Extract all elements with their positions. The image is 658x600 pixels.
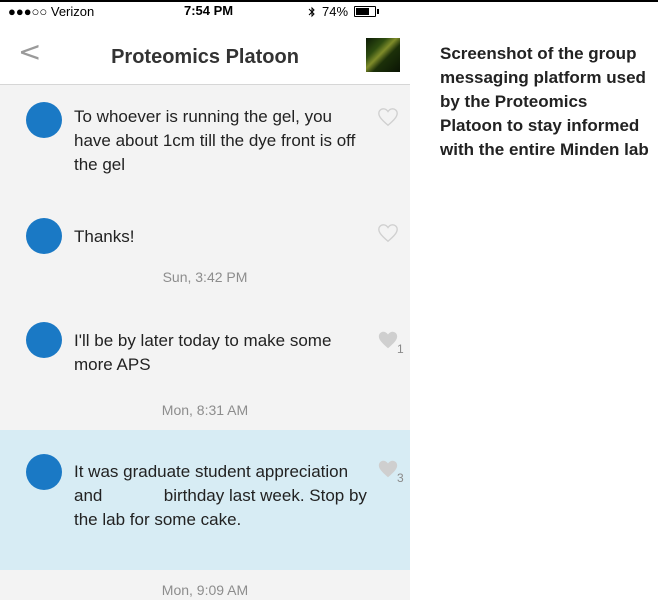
timestamp: Mon, 9:09 AM bbox=[161, 582, 249, 598]
carrier-signal: ●●●○○ Verizon bbox=[8, 4, 95, 19]
avatar[interactable] bbox=[26, 322, 62, 358]
heart-filled-icon[interactable] bbox=[377, 458, 399, 480]
clock: 7:54 PM bbox=[184, 3, 234, 18]
message-text: It was graduate student appreciation and… bbox=[74, 462, 372, 529]
message-item[interactable]: I'll be by later today to make some more… bbox=[0, 302, 410, 382]
timestamp: Mon, 8:31 AM bbox=[161, 402, 249, 418]
heart-filled-icon[interactable] bbox=[377, 329, 399, 351]
status-right: 74% bbox=[308, 4, 380, 19]
avatar[interactable] bbox=[26, 218, 62, 254]
like-count: 1 bbox=[397, 342, 404, 356]
group-avatar[interactable] bbox=[366, 38, 400, 72]
message-item[interactable]: To whoever is running the gel, you have … bbox=[0, 84, 410, 196]
heart-outline-icon[interactable] bbox=[377, 222, 399, 244]
figure-caption: Screenshot of the group messaging platfo… bbox=[440, 44, 649, 159]
heart-outline-icon[interactable] bbox=[377, 106, 399, 128]
message-text: Thanks! bbox=[74, 227, 135, 246]
nav-bar: < Proteomics Platoon bbox=[0, 22, 410, 85]
bluetooth-icon bbox=[308, 6, 315, 17]
message-item[interactable]: It was graduate student appreciation and… bbox=[0, 430, 410, 570]
avatar[interactable] bbox=[26, 102, 62, 138]
avatar[interactable] bbox=[26, 454, 62, 490]
battery-icon bbox=[354, 6, 380, 17]
message-text: I'll be by later today to make some more… bbox=[74, 331, 332, 374]
timestamp: Sun, 3:42 PM bbox=[162, 269, 248, 285]
like-count: 3 bbox=[397, 471, 404, 485]
battery-percent: 74% bbox=[322, 4, 349, 19]
message-text: To whoever is running the gel, you have … bbox=[74, 107, 356, 174]
phone-screenshot: ●●●○○ Verizon 7:54 PM 74% < Proteomics P… bbox=[0, 2, 410, 600]
message-item[interactable]: Thanks! bbox=[0, 196, 410, 256]
group-title: Proteomics Platoon bbox=[111, 46, 299, 68]
status-bar: ●●●○○ Verizon 7:54 PM 74% bbox=[0, 2, 410, 22]
